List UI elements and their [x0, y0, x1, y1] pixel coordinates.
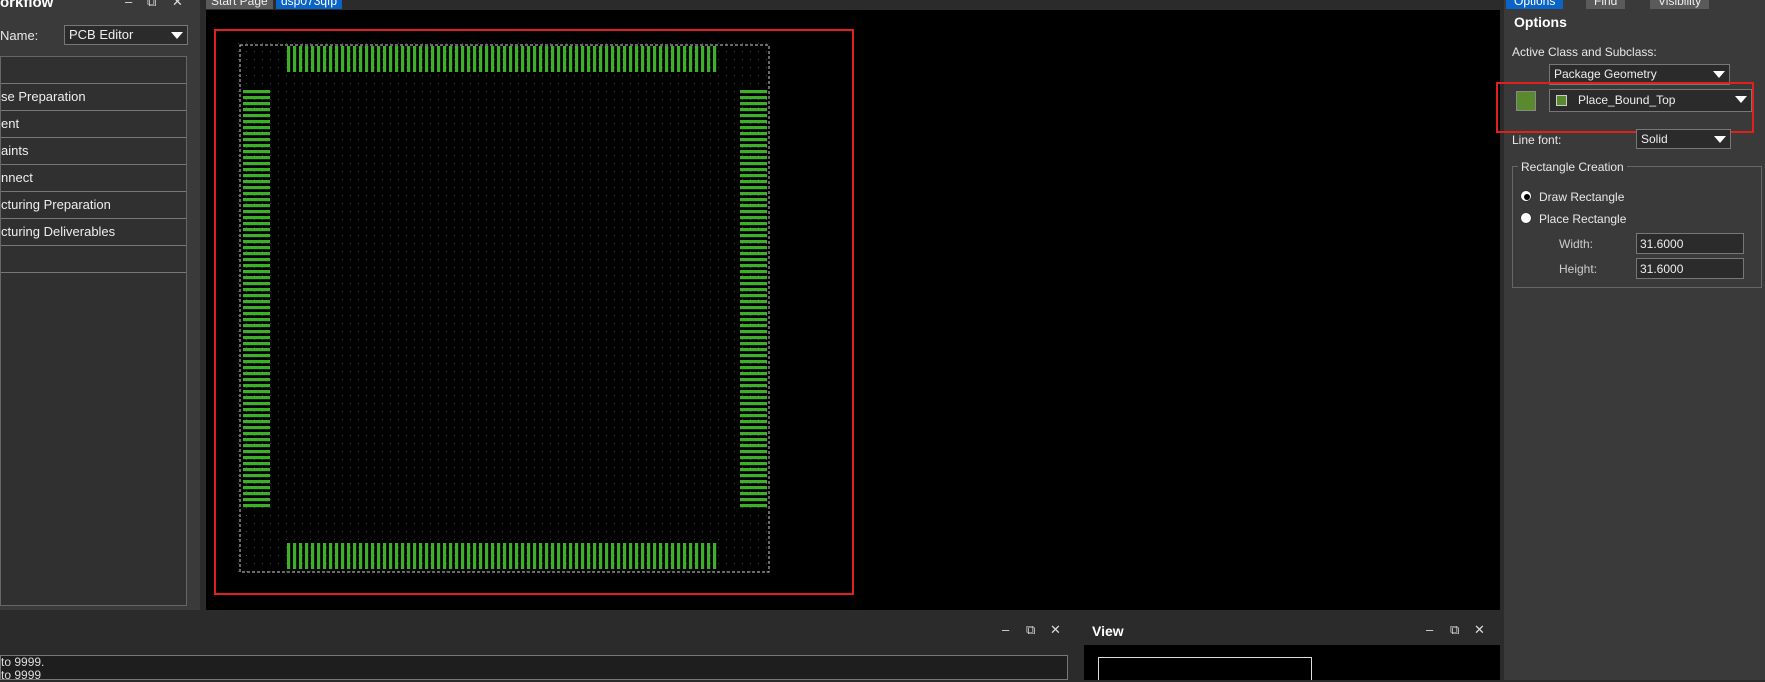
workflow-item[interactable]: cturing Preparation [1, 192, 186, 219]
close-icon[interactable]: ✕ [1050, 622, 1061, 638]
console-line: to 9999. [1, 655, 45, 669]
workflow-item[interactable] [1, 246, 186, 273]
restore-icon[interactable]: ⧉ [1450, 622, 1459, 638]
workflow-panel-title: orkflow [0, 0, 54, 11]
command-console[interactable]: to 9999. to 9999 [0, 655, 1068, 682]
tab-start-page[interactable]: Start Page [206, 0, 273, 9]
console-line: to 9999 [1, 668, 42, 682]
workflow-name-label: Name: [0, 28, 39, 43]
workflow-item[interactable]: se Preparation [1, 84, 186, 111]
tab-visibility[interactable]: Visibility [1650, 0, 1710, 9]
chevron-down-icon [171, 32, 183, 39]
radio-dot-icon [1524, 194, 1530, 200]
minimize-icon[interactable]: – [125, 0, 132, 9]
workflow-name-value: PCB Editor [69, 27, 134, 42]
height-label: Height: [1559, 262, 1598, 276]
draw-rectangle-radio[interactable] [1520, 190, 1532, 202]
close-icon[interactable]: ✕ [172, 0, 183, 10]
line-font-value: Solid [1641, 132, 1668, 146]
options-title: Options [1514, 14, 1567, 30]
tab-find[interactable]: Find [1586, 0, 1626, 9]
active-class-label: Active Class and Subclass: [1512, 45, 1657, 59]
width-label: Width: [1559, 237, 1594, 251]
chevron-down-icon [1714, 136, 1726, 143]
view-minimap[interactable] [1084, 645, 1500, 680]
tab-options[interactable]: Options [1506, 0, 1564, 9]
draw-rectangle-label[interactable]: Draw Rectangle [1539, 190, 1624, 204]
minimize-icon[interactable]: – [1426, 622, 1433, 637]
place-rectangle-label[interactable]: Place Rectangle [1539, 212, 1626, 226]
restore-icon[interactable]: ⧉ [147, 0, 156, 10]
minimize-icon[interactable]: – [1002, 622, 1009, 637]
subclass-highlight [1496, 82, 1754, 133]
tab-dsp073qfp[interactable]: dsp073qfp [276, 0, 343, 9]
workflow-list: se Preparation ent aints nnect cturing P… [0, 56, 187, 606]
rectangle-creation-label: Rectangle Creation [1518, 160, 1627, 174]
workflow-item[interactable]: cturing Deliverables [1, 219, 186, 246]
class-value: Package Geometry [1554, 67, 1657, 81]
height-input[interactable]: 31.6000 [1636, 258, 1744, 279]
restore-icon[interactable]: ⧉ [1026, 622, 1035, 638]
workflow-item[interactable] [1, 57, 186, 84]
view-panel-title: View [1092, 623, 1124, 639]
selection-highlight [214, 29, 854, 595]
workflow-panel: orkflow – ⧉ ✕ Name: PCB Editor se Prepar… [0, 0, 200, 610]
line-font-label: Line font: [1512, 133, 1562, 147]
view-viewport-rect [1098, 657, 1312, 680]
workflow-item[interactable]: nnect [1, 165, 186, 192]
workflow-name-dropdown[interactable]: PCB Editor [64, 25, 188, 45]
workflow-item[interactable]: aints [1, 138, 186, 165]
close-icon[interactable]: ✕ [1474, 622, 1485, 638]
line-font-dropdown[interactable]: Solid [1636, 129, 1731, 149]
width-input[interactable]: 31.6000 [1636, 233, 1744, 254]
place-rectangle-radio[interactable] [1520, 212, 1532, 224]
chevron-down-icon [1713, 71, 1725, 78]
workflow-item[interactable]: ent [1, 111, 186, 138]
